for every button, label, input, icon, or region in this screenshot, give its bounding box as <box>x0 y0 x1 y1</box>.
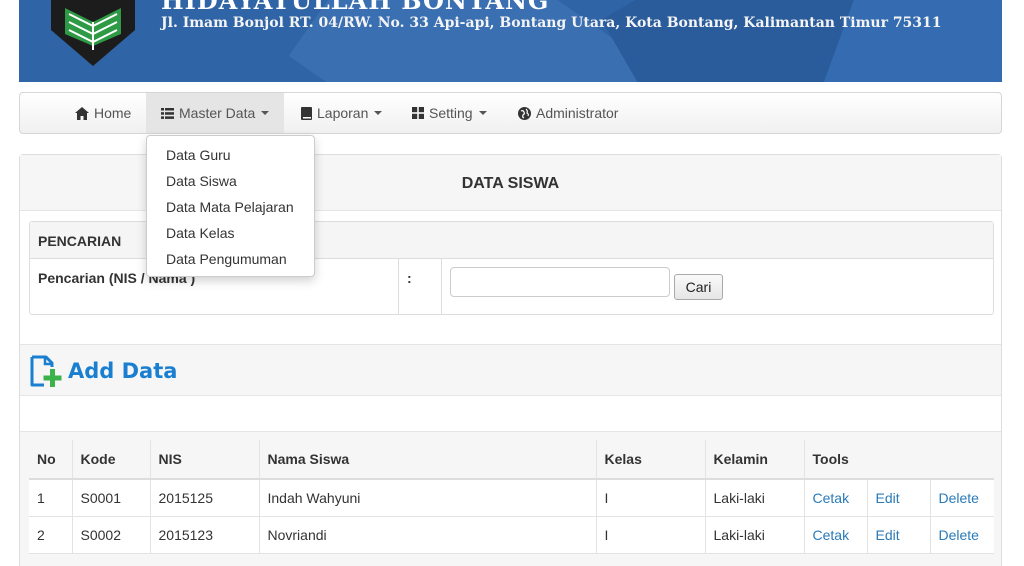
header-banner: HIDAYATULLAH BONTANG Jl. Imam Bonjol RT.… <box>19 0 1002 82</box>
column-header-kelas: Kelas <box>596 440 706 480</box>
dropdown-item-data-siswa[interactable]: Data Siswa <box>147 168 314 194</box>
cell-kelas: I <box>596 516 706 554</box>
column-header-tools: Tools <box>804 440 994 480</box>
column-header-nis: NIS <box>150 440 260 480</box>
cell-nama: Novriandi <box>259 516 597 554</box>
school-address: Jl. Imam Bonjol RT. 04/RW. No. 33 Api-ap… <box>161 15 942 31</box>
delete-link[interactable]: Delete <box>939 490 979 506</box>
nav-master-data-label: Master Data <box>179 105 256 121</box>
nav-administrator[interactable]: Administrator <box>518 93 618 133</box>
cell-delete: Delete <box>930 516 994 554</box>
school-name: HIDAYATULLAH BONTANG <box>161 0 550 15</box>
cell-kelamin: Laki-laki <box>705 516 805 554</box>
column-header-kode: Kode <box>72 440 151 480</box>
cell-cetak: Cetak <box>804 479 868 517</box>
cell-nis: 2015125 <box>150 479 260 517</box>
edit-link[interactable]: Edit <box>876 490 900 506</box>
add-file-icon <box>30 355 62 387</box>
search-colon: : <box>407 270 412 286</box>
chevron-down-icon <box>374 111 383 115</box>
globe-icon <box>518 106 531 120</box>
nav-laporan[interactable]: Laporan <box>301 93 383 133</box>
column-header-nama: Nama Siswa <box>259 440 597 480</box>
list-icon <box>161 107 174 119</box>
nav-administrator-label: Administrator <box>536 105 619 121</box>
cell-cetak: Cetak <box>804 516 868 554</box>
column-header-no: No <box>29 440 73 480</box>
cetak-link[interactable]: Cetak <box>813 527 850 543</box>
nav-setting-label: Setting <box>429 105 473 121</box>
search-input[interactable] <box>450 267 670 297</box>
cell-kode: S0002 <box>72 516 151 554</box>
table-header-row: No Kode NIS Nama Siswa Kelas Kelamin Too… <box>29 440 994 480</box>
nav-setting[interactable]: Setting <box>412 93 487 133</box>
cell-kelamin: Laki-laki <box>705 479 805 517</box>
cell-delete: Delete <box>930 479 994 517</box>
add-data-button[interactable]: Add Data <box>28 353 177 389</box>
nav-home[interactable]: Home <box>75 93 131 133</box>
delete-link[interactable]: Delete <box>939 527 979 543</box>
siswa-table: No Kode NIS Nama Siswa Kelas Kelamin Too… <box>29 440 994 554</box>
dropdown-item-data-guru[interactable]: Data Guru <box>147 142 314 168</box>
search-title: PENCARIAN <box>38 233 122 249</box>
column-header-kelamin: Kelamin <box>705 440 805 480</box>
nav-master-data[interactable]: Master Data <box>146 93 284 133</box>
cell-no: 1 <box>29 479 73 517</box>
cetak-link[interactable]: Cetak <box>813 490 850 506</box>
dropdown-item-data-kelas[interactable]: Data Kelas <box>147 220 314 246</box>
divider <box>398 259 399 315</box>
cell-kode: S0001 <box>72 479 151 517</box>
table-row: 1 S0001 2015125 Indah Wahyuni I Laki-lak… <box>29 479 994 517</box>
cell-edit: Edit <box>867 516 931 554</box>
book-icon <box>301 106 312 120</box>
cell-nama: Indah Wahyuni <box>259 479 597 517</box>
school-logo <box>51 0 135 66</box>
chevron-down-icon <box>478 111 487 115</box>
master-data-dropdown: Data Guru Data Siswa Data Mata Pelajaran… <box>146 135 315 277</box>
table-row: 2 S0002 2015123 Novriandi I Laki-laki Ce… <box>29 516 994 554</box>
cell-edit: Edit <box>867 479 931 517</box>
cell-nis: 2015123 <box>150 516 260 554</box>
cell-no: 2 <box>29 516 73 554</box>
main-navbar: Home Master Data Laporan Setting Adminis… <box>19 92 1002 134</box>
cell-kelas: I <box>596 479 706 517</box>
edit-link[interactable]: Edit <box>876 527 900 543</box>
nav-home-label: Home <box>94 105 132 121</box>
search-button[interactable]: Cari <box>674 274 723 300</box>
add-data-label: Add Data <box>68 359 178 383</box>
add-data-bar: Add Data <box>20 344 1001 396</box>
home-icon <box>75 106 89 120</box>
dropdown-item-data-pengumuman[interactable]: Data Pengumuman <box>147 246 314 272</box>
chevron-down-icon <box>261 111 270 115</box>
dropdown-item-data-mata-pelajaran[interactable]: Data Mata Pelajaran <box>147 194 314 220</box>
nav-laporan-label: Laporan <box>317 105 369 121</box>
grid-icon <box>412 107 424 119</box>
divider <box>441 259 442 315</box>
